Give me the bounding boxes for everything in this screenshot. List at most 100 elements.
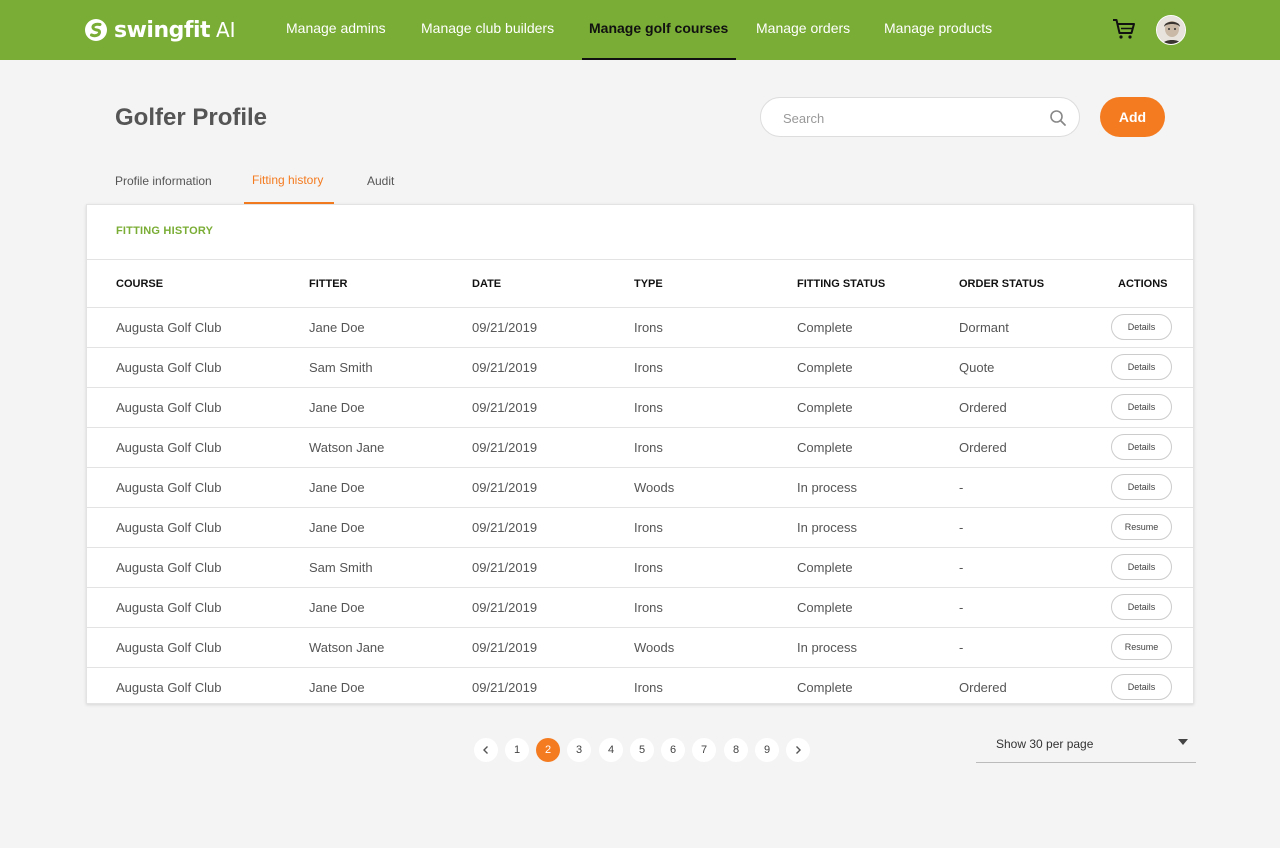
page-4-button[interactable]: 4 (599, 738, 623, 762)
swingfit-logo[interactable]: swingfit AI (84, 16, 236, 44)
column-header-date: DATE (472, 278, 502, 290)
cell-type: Irons (634, 360, 663, 375)
page-7-button[interactable]: 7 (692, 738, 716, 762)
previous-page-button[interactable] (474, 738, 498, 762)
cell-fitting-status: Complete (797, 400, 853, 415)
column-header-fitting-status: FITTING STATUS (797, 278, 886, 290)
details-button[interactable]: Details (1111, 434, 1172, 460)
table-row: Augusta Golf Club Jane Doe 09/21/2019 Irons… (87, 668, 1193, 703)
details-button[interactable]: Details (1111, 314, 1172, 340)
cell-fitting-status: Complete (797, 600, 853, 615)
cell-fitting-status: Complete (797, 440, 853, 455)
column-header-type: TYPE (634, 278, 663, 290)
cell-fitter: Sam Smith (309, 560, 373, 575)
table-row: Augusta Golf Club Sam Smith 09/21/2019 Iron… (87, 348, 1193, 388)
cell-type: Irons (634, 560, 663, 575)
cell-fitter: Jane Doe (309, 320, 365, 335)
details-button[interactable]: Details (1111, 354, 1172, 380)
cell-course: Augusta Golf Club (116, 360, 222, 375)
cell-course: Augusta Golf Club (116, 560, 222, 575)
logo-text: swingfit (114, 17, 211, 43)
card-title: FITTING HISTORY (116, 225, 214, 237)
details-button[interactable]: Details (1111, 674, 1172, 700)
cell-course: Augusta Golf Club (116, 480, 222, 495)
page-1-button[interactable]: 1 (505, 738, 529, 762)
cell-date: 09/21/2019 (472, 400, 538, 415)
tab-profile-information[interactable]: Profile information (115, 174, 212, 188)
page-2-button[interactable]: 2 (536, 738, 560, 762)
user-avatar[interactable] (1156, 15, 1186, 45)
nav-manage-club-builders[interactable]: Manage club builders (421, 0, 554, 60)
resume-button[interactable]: Resume (1111, 514, 1172, 540)
cell-date: 09/21/2019 (472, 440, 538, 455)
cell-type: Woods (634, 480, 675, 495)
cell-order-status: Ordered (959, 440, 1007, 455)
details-button[interactable]: Details (1111, 554, 1172, 580)
cell-date: 09/21/2019 (472, 360, 538, 375)
search-box[interactable] (760, 97, 1080, 137)
nav-manage-orders[interactable]: Manage orders (756, 0, 850, 60)
search-icon[interactable] (1049, 109, 1067, 127)
cart-icon[interactable] (1112, 18, 1136, 40)
cell-order-status: - (959, 560, 964, 575)
nav-manage-products[interactable]: Manage products (884, 0, 992, 60)
cell-fitter: Watson Jane (309, 640, 385, 655)
next-page-button[interactable] (786, 738, 810, 762)
cell-fitter: Sam Smith (309, 360, 373, 375)
cell-order-status: Quote (959, 360, 995, 375)
page-8-button[interactable]: 8 (724, 738, 748, 762)
logo-suffix: AI (216, 18, 236, 42)
swingfit-logo-icon (85, 19, 107, 41)
cell-date: 09/21/2019 (472, 480, 538, 495)
cell-type: Woods (634, 640, 675, 655)
cell-fitting-status: Complete (797, 680, 853, 695)
details-button[interactable]: Details (1111, 474, 1172, 500)
cell-fitter: Jane Doe (309, 480, 365, 495)
cell-order-status: - (959, 480, 964, 495)
search-input[interactable] (783, 108, 1043, 128)
cell-fitting-status: Complete (797, 560, 853, 575)
cell-fitter: Watson Jane (309, 440, 385, 455)
per-page-select[interactable]: Show 30 per page (976, 724, 1196, 763)
table-row: Augusta Golf Club Jane Doe 09/21/2019 Irons… (87, 588, 1193, 628)
nav-manage-golf-courses[interactable]: Manage golf courses (581, 0, 737, 60)
table-row: Augusta Golf Club Jane Doe 09/21/2019 Irons… (87, 308, 1193, 348)
cell-fitter: Jane Doe (309, 520, 365, 535)
details-button[interactable]: Details (1111, 594, 1172, 620)
page-title: Golfer Profile (115, 104, 268, 131)
cell-date: 09/21/2019 (472, 560, 538, 575)
page-9-button[interactable]: 9 (755, 738, 779, 762)
cell-order-status: Dormant (959, 320, 1009, 335)
tab-audit[interactable]: Audit (367, 174, 394, 188)
cell-fitting-status: In process (797, 480, 857, 495)
cell-date: 09/21/2019 (472, 680, 538, 695)
per-page-label: Show 30 per page (996, 737, 1094, 751)
table-row: Augusta Golf Club Jane Doe 09/21/2019 Irons… (87, 388, 1193, 428)
cell-fitter: Jane Doe (309, 680, 365, 695)
cell-order-status: Ordered (959, 680, 1007, 695)
resume-button[interactable]: Resume (1111, 634, 1172, 660)
cell-course: Augusta Golf Club (116, 680, 222, 695)
details-button[interactable]: Details (1111, 394, 1172, 420)
cell-course: Augusta Golf Club (116, 600, 222, 615)
cell-date: 09/21/2019 (472, 640, 538, 655)
chevron-right-icon (796, 746, 801, 754)
cell-date: 09/21/2019 (472, 520, 538, 535)
table-row: Augusta Golf Club Watson Jane 09/21/2019 Ir… (87, 428, 1193, 468)
add-button[interactable]: Add (1100, 97, 1165, 137)
cell-fitter: Jane Doe (309, 400, 365, 415)
nav-manage-admins[interactable]: Manage admins (286, 0, 386, 60)
cell-course: Augusta Golf Club (116, 320, 222, 335)
top-bar: swingfit AI Manage admins Manage club bu… (0, 0, 1280, 60)
cell-order-status: - (959, 640, 964, 655)
cell-fitting-status: Complete (797, 320, 853, 335)
column-header-order-status: ORDER STATUS (959, 278, 1045, 290)
cell-type: Irons (634, 520, 663, 535)
cell-fitting-status: In process (797, 520, 857, 535)
page-5-button[interactable]: 5 (630, 738, 654, 762)
page-3-button[interactable]: 3 (567, 738, 591, 762)
table-row: Augusta Golf Club Sam Smith 09/21/2019 Iron… (87, 548, 1193, 588)
tab-fitting-history[interactable]: Fitting history (252, 173, 323, 187)
caret-down-icon (1178, 739, 1188, 745)
page-6-button[interactable]: 6 (661, 738, 685, 762)
